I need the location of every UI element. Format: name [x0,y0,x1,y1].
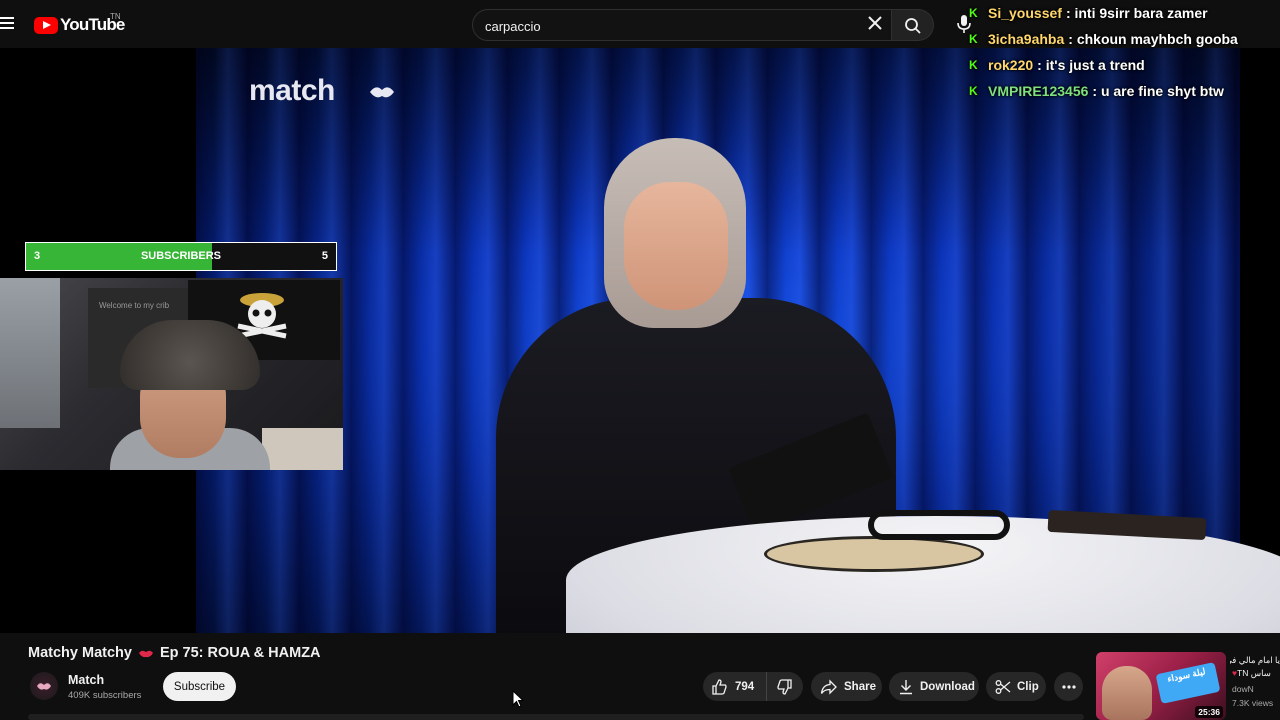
video-frame: match [196,48,1280,633]
search-icon [905,18,921,34]
recommended-video-views: 7.3K views [1232,698,1274,708]
chat-message: Krok220: it's just a trend [966,52,1266,78]
like-count: 794 [735,680,755,693]
streamer-webcam: Welcome to my crib [0,278,343,470]
video-title: Matchy Matchy Ep 75: ROUA & HAMZA [28,645,321,661]
like-button[interactable]: 794 [703,672,767,701]
thumbs-up-icon [712,678,727,695]
share-arrow-icon [820,678,837,695]
coaster [764,536,984,572]
clip-label: Clip [1017,680,1039,693]
video-duration: 25:36 [1195,706,1223,718]
mouse-cursor-icon [512,690,524,708]
subscribe-button[interactable]: Subscribe [163,672,236,701]
chat-message: K Si_youssef: inti 9sirr bara zamer [966,0,1266,26]
subscriber-goal-bar: 3 SUBSCRIBERS 5 [25,242,337,271]
chat-username: 3icha9ahba [988,31,1065,47]
chat-message: K VMPIRE123456: u are fine shyt btw [966,78,1266,104]
thumbs-down-icon [777,678,792,695]
recommended-video-title[interactable]: يا امام مالي في [1230,654,1280,666]
search-box [472,9,892,41]
download-label: Download [920,680,975,693]
strap [868,510,1010,540]
chat-text: : u are fine shyt btw [1092,83,1224,99]
kick-badge-icon: K [969,6,978,20]
dislike-button[interactable] [767,672,803,701]
recommended-video-thumbnail[interactable]: ليلة سوداء 25:36 [1096,652,1226,720]
webcam-poster-text: Welcome to my crib [98,301,170,310]
kick-badge-icon: K [969,84,978,98]
kick-badge-icon: K [969,32,978,46]
video-player[interactable]: match 3 SUBSCRIBERS 5 Welcome to my crib [0,48,1280,633]
clip-button[interactable]: Clip [986,672,1046,701]
kick-badge-icon: K [969,58,978,72]
share-button[interactable]: Share [811,672,882,701]
chat-username: Si_youssef [988,5,1062,21]
recommended-video-tag-text: TN ساس [1237,668,1271,678]
search-input[interactable] [485,16,855,36]
video-title-episode: Ep 75: ROUA & HAMZA [159,645,321,661]
channel-name[interactable]: Match [68,673,104,687]
live-chat-overlay: K Si_youssef: inti 9sirr bara zamer K 3icha… [966,0,1266,104]
download-button[interactable]: Download [889,672,979,701]
recommended-video-channel[interactable]: dowN [1232,684,1254,694]
description-panel-edge [28,714,1084,720]
video-title-prefix: Matchy Matchy [28,645,132,661]
chat-text: : chkoun mayhbch gooba [1068,31,1238,47]
recommended-video-tag: ♥TN ساس [1232,668,1271,679]
close-icon[interactable] [866,14,884,32]
channel-avatar[interactable] [30,672,58,700]
chat-message: K 3icha9ahba: chkoun mayhbch gooba [966,26,1266,52]
chat-username: rok220 [988,57,1034,73]
thumbnail-text: ليلة سوداء [1155,662,1221,704]
channel-subscriber-count: 409K subscribers [68,690,142,701]
subscriber-goal-target: 5 [321,250,328,262]
download-icon [900,679,912,694]
like-dislike-group: 794 [703,672,803,701]
search-button[interactable] [892,9,934,41]
show-logo: match [249,74,335,107]
scissors-icon [995,679,1011,694]
lips-icon [138,650,153,657]
handshake-icon [370,87,394,98]
share-label: Share [844,680,876,693]
chat-text: : it's just a trend [1037,57,1145,73]
more-horizontal-icon [1061,684,1076,689]
youtube-play-icon [34,16,58,34]
more-actions-button[interactable] [1054,672,1083,701]
menu-icon[interactable] [0,14,16,34]
handshake-icon [37,683,51,690]
country-code: TN [110,12,121,21]
chat-username: VMPIRE123456 [988,83,1089,99]
subscriber-goal-label: SUBSCRIBERS [140,250,222,262]
chat-text: : inti 9sirr bara zamer [1065,5,1208,21]
